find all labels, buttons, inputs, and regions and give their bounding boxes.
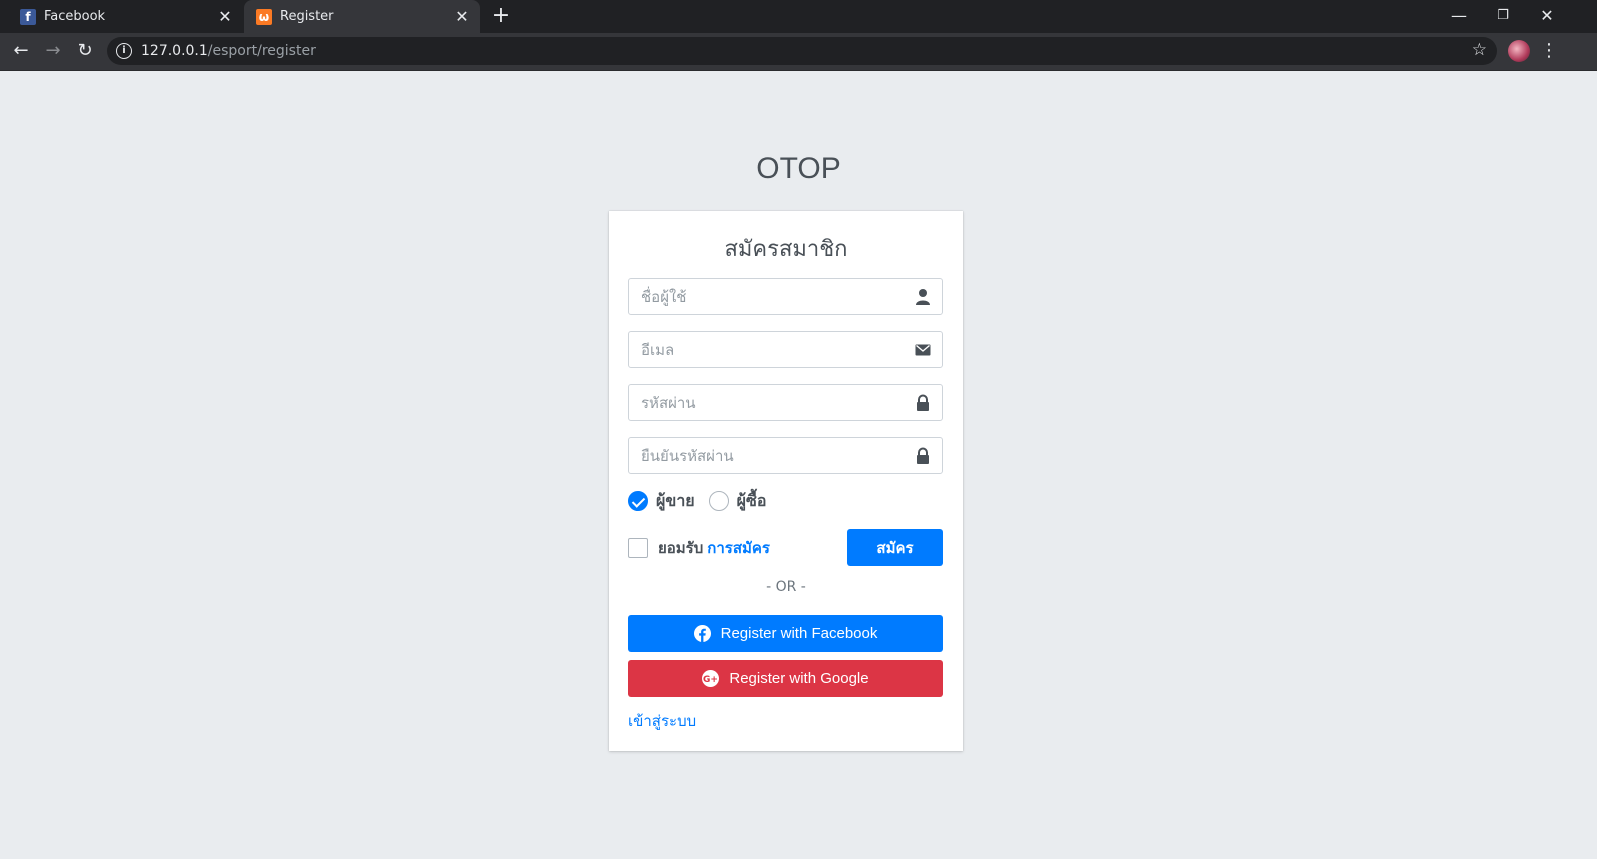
username-field [628,278,943,315]
svg-text:G+: G+ [703,675,718,685]
register-facebook-button[interactable]: Register with Facebook [628,615,943,652]
url-path: /esport/register [207,43,316,59]
envelope-icon [915,344,931,356]
window-close-icon[interactable]: ✕ [1532,4,1562,28]
password-input[interactable] [629,385,923,420]
username-input[interactable] [629,279,923,314]
facebook-icon [693,625,711,642]
lock-icon [917,447,929,464]
xampp-icon: ω [256,8,272,25]
tab-facebook[interactable]: f Facebook ✕ [0,0,243,33]
email-field [628,331,943,368]
seller-label: ผู้ขาย [656,490,695,510]
email-input[interactable] [629,332,923,367]
register-google-label: Register with Google [729,670,869,687]
register-card: สมัครสมาชิก ผู้ขาย ผู้ซื้อ [609,211,963,751]
buyer-radio[interactable] [708,491,729,511]
restore-icon[interactable]: ❐ [1488,4,1518,28]
google-plus-icon: G+ [702,670,720,687]
buyer-label: ผู้ซื้อ [736,490,767,510]
register-google-button[interactable]: G+ Register with Google [628,660,943,697]
close-icon[interactable]: ✕ [217,8,233,25]
card-title: สมัครสมาชิก [724,237,848,262]
close-icon[interactable]: ✕ [454,8,470,25]
info-icon[interactable]: i [116,43,132,59]
tab-title: Facebook [44,9,106,24]
forward-arrow-icon[interactable]: → [41,39,65,63]
profile-avatar[interactable] [1508,40,1530,62]
login-link[interactable]: เข้าสู่ระบบ [628,709,696,733]
lock-icon [917,394,929,411]
seller-radio[interactable] [628,491,648,511]
tab-title: Register [280,9,334,24]
bookmark-star-icon[interactable]: ☆ [1472,40,1487,60]
role-selector: ผู้ขาย ผู้ซื้อ [628,489,781,513]
confirm-password-input[interactable] [629,438,923,473]
agree-checkbox[interactable] [628,538,648,558]
terms-link[interactable]: การสมัคร [707,536,770,560]
agree-row: ยอมรับ การสมัคร [628,536,770,560]
minimize-icon[interactable]: — [1444,4,1474,28]
menu-dots-icon[interactable]: ⋮ [1540,39,1558,63]
browser-tab-bar: f Facebook ✕ ω Register ✕ + — ❐ ✕ [0,0,1597,33]
password-field [628,384,943,421]
url-host: 127.0.0.1 [141,43,208,59]
address-bar[interactable]: i 127.0.0.1/esport/register ☆ [107,37,1497,65]
tab-register[interactable]: ω Register ✕ [244,0,480,33]
brand-title: OTOP [756,152,841,185]
agree-text: ยอมรับ [658,539,704,557]
or-divider: - OR - [766,579,806,595]
confirm-password-field [628,437,943,474]
register-facebook-label: Register with Facebook [720,625,878,642]
back-arrow-icon[interactable]: ← [9,39,33,63]
facebook-icon: f [20,8,36,25]
new-tab-icon[interactable]: + [490,5,512,27]
register-button[interactable]: สมัคร [847,529,943,566]
browser-toolbar: ← → ↻ i 127.0.0.1/esport/register ☆ ⋮ [0,33,1597,71]
user-icon [916,289,930,305]
reload-icon[interactable]: ↻ [73,39,97,63]
